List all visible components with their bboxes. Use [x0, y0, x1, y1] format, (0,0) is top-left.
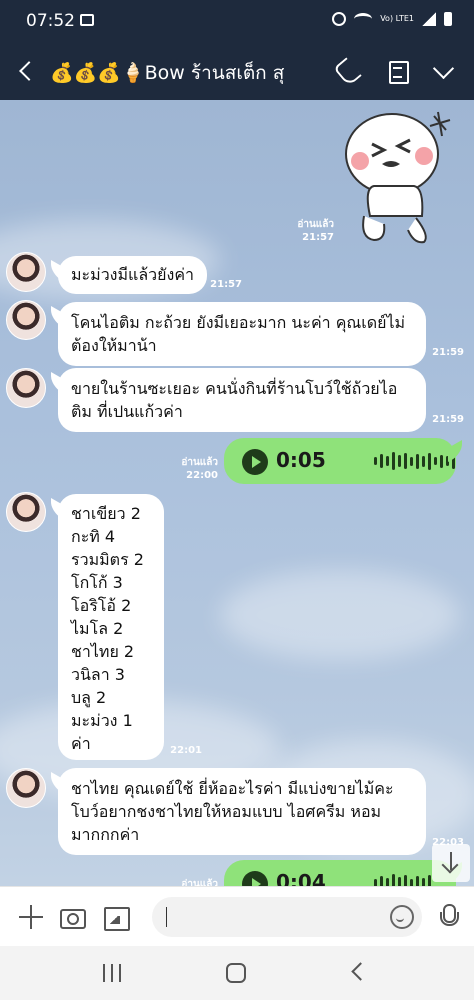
message-text-line: มะม่วง 1 ค่า: [71, 711, 133, 753]
status-bar: 07:52 Vo) LTE1: [0, 0, 474, 42]
message-text-line: มากกกค่า: [71, 825, 140, 844]
avatar[interactable]: [6, 768, 46, 808]
camera-icon[interactable]: [58, 903, 86, 931]
voice-duration: 0:05: [276, 448, 326, 472]
chat-title[interactable]: 💰💰💰🍦Bow ร้านสเต็ก สุ: [50, 58, 310, 88]
message-bubble[interactable]: ขายในร้านซะเยอะ คนนั่งกินที่ร้านโบว์ใช้ถ…: [58, 368, 426, 432]
message-text-line: ต้องให้มาน้า: [71, 336, 157, 355]
voice-duration: 0:04: [276, 870, 326, 886]
avatar[interactable]: [6, 300, 46, 340]
back-nav-icon[interactable]: [351, 962, 370, 981]
read-receipt: อ่านแล้ว: [181, 457, 218, 468]
message-text-line: ขายในร้านซะเยอะ คนนั่งกินที่ร้านโบว์ใช้ถ…: [71, 379, 398, 398]
emoji-icon[interactable]: [388, 903, 416, 931]
status-icons: Vo) LTE1: [332, 12, 452, 26]
home-icon[interactable]: [226, 963, 246, 983]
message-text-line: โคนไอติม กะถ้วย ยังมีเยอะมาก นะค่า คุณเด…: [71, 313, 406, 332]
message-text-line: ชาเขียว 2: [71, 504, 141, 523]
message-text-line: ไมโล 2: [71, 619, 124, 638]
message-text: มะม่วงมีแล้วยังค่า: [71, 265, 195, 284]
voice-message[interactable]: 0:05: [224, 438, 456, 484]
signal-icon: [422, 12, 436, 26]
message-time: 21:57: [210, 279, 242, 290]
avatar[interactable]: [6, 252, 46, 292]
message-input[interactable]: [152, 897, 422, 937]
message-text-line: โบว์อยากชงชาไทยให้หอมแบบ ไอศครีม หอม: [71, 802, 382, 821]
message-bubble[interactable]: มะม่วงมีแล้วยังค่า: [58, 256, 208, 294]
message-text-line: ติม ที่เปนแก้วค่า: [71, 402, 183, 421]
waveform-icon: [374, 452, 455, 470]
message-text-line: รวมมิตร 2: [71, 550, 144, 569]
image-icon[interactable]: [102, 903, 130, 931]
input-bar: [0, 886, 474, 946]
alarm-icon: [332, 12, 347, 26]
message-time: 21:59: [432, 347, 464, 358]
message-text-line: กะทิ 4: [71, 527, 116, 546]
message-meta: อ่านแล้ว: [168, 878, 218, 886]
back-icon[interactable]: [14, 56, 40, 86]
text-cursor: [166, 907, 167, 927]
recents-icon[interactable]: [103, 964, 121, 982]
chevron-down-icon[interactable]: [430, 57, 458, 85]
waveform-icon: [374, 874, 431, 886]
message-text-line: ชาไทย คุณเดย์ใช้ ยี่ห้ออะไรค่า มีแบ่งขาย…: [71, 779, 394, 798]
phone-icon[interactable]: [334, 57, 362, 85]
network-indicator: Vo) LTE1: [380, 14, 414, 23]
notes-icon[interactable]: [384, 57, 412, 85]
gallery-notification-icon: [80, 14, 94, 26]
message-bubble[interactable]: ชาเขียว 2 กะทิ 4 รวมมิตร 2 โกโก้ 3 โอริโ…: [58, 494, 164, 760]
message-time: 21:59: [432, 414, 464, 425]
read-receipt: อ่านแล้ว: [181, 879, 218, 886]
message-meta: อ่านแล้ว 21:57: [284, 218, 334, 244]
battery-icon: [444, 12, 452, 26]
status-time: 07:52: [26, 11, 75, 31]
message-meta: อ่านแล้ว 22:00: [168, 456, 218, 482]
microphone-icon[interactable]: [434, 903, 462, 931]
message-text-line: ชาไทย 2: [71, 642, 135, 661]
message-bubble[interactable]: โคนไอติม กะถ้วย ยังมีเยอะมาก นะค่า คุณเด…: [58, 302, 426, 366]
message-text-line: โอริโอ้ 2: [71, 596, 132, 615]
message-time: 21:57: [302, 232, 334, 243]
message-time: 22:01: [170, 745, 202, 756]
message-bubble[interactable]: ชาไทย คุณเดย์ใช้ ยี่ห้ออะไรค่า มีแบ่งขาย…: [58, 768, 426, 855]
chat-area[interactable]: อ่านแล้ว 21:57 มะม่วงมีแล้วยังค่า 21:57 …: [0, 100, 474, 886]
message-text-line: บลู 2: [71, 688, 107, 707]
wifi-icon: [354, 13, 373, 25]
avatar[interactable]: [6, 368, 46, 408]
avatar[interactable]: [6, 492, 46, 532]
plus-icon[interactable]: [18, 903, 46, 931]
navigation-bar: [0, 946, 474, 1000]
chat-header: 💰💰💰🍦Bow ร้านสเต็ก สุ: [0, 42, 474, 100]
read-receipt: อ่านแล้ว: [297, 219, 334, 230]
message-text-line: โกโก้ 3: [71, 573, 123, 592]
voice-message[interactable]: 0:04: [224, 860, 456, 886]
message-time: 22:00: [186, 470, 218, 481]
play-icon[interactable]: [242, 871, 268, 886]
sticker-image[interactable]: [334, 106, 454, 246]
message-text-line: วนิลา 3: [71, 665, 125, 684]
scroll-down-icon[interactable]: [432, 844, 470, 882]
play-icon[interactable]: [242, 449, 268, 475]
